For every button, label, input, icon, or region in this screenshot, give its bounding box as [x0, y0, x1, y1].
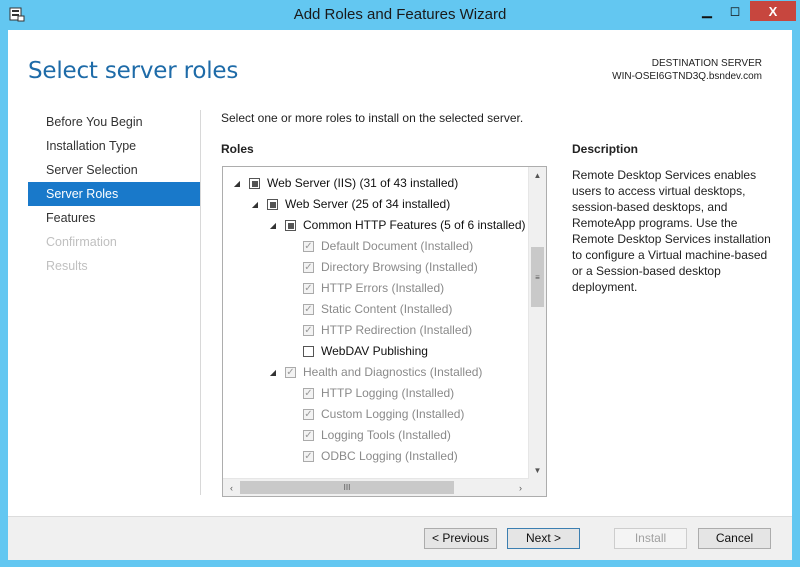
role-checkbox[interactable] [285, 367, 296, 378]
roles-heading: Roles [221, 142, 254, 156]
role-label: Default Document (Installed) [321, 239, 474, 253]
close-button[interactable]: X [750, 1, 796, 21]
horizontal-scrollbar[interactable]: ‹ III › [223, 478, 529, 496]
collapse-arrow-icon[interactable]: ◢ [267, 215, 279, 236]
destination-server: DESTINATION SERVER WIN-OSEI6GTND3Q.bsnde… [612, 57, 762, 83]
role-checkbox[interactable] [303, 409, 314, 420]
wizard-nav: Before You Begin Installation Type Server … [28, 110, 200, 278]
nav-item-installation-type[interactable]: Installation Type [28, 134, 200, 158]
page-title: Select server roles [28, 58, 239, 84]
tree-row[interactable]: ◢ Web Server (IIS) (31 of 43 installed) [231, 173, 458, 194]
role-checkbox[interactable] [303, 346, 314, 357]
role-label: Web Server (25 of 34 installed) [285, 197, 451, 211]
tree-row[interactable]: Static Content (Installed) [285, 299, 452, 320]
role-checkbox[interactable] [285, 220, 296, 231]
role-checkbox[interactable] [303, 262, 314, 273]
role-checkbox[interactable] [303, 241, 314, 252]
close-icon: X [768, 3, 778, 19]
role-label: Common HTTP Features (5 of 6 installed) [303, 218, 526, 232]
minimize-icon: ▁ [702, 3, 712, 18]
tree-row[interactable]: ◢ Health and Diagnostics (Installed) [267, 362, 483, 383]
role-label: HTTP Redirection (Installed) [321, 323, 473, 337]
wizard-client-area: Select server roles DESTINATION SERVER W… [8, 30, 792, 560]
nav-item-features[interactable]: Features [28, 206, 200, 230]
nav-item-server-selection[interactable]: Server Selection [28, 158, 200, 182]
tree-row[interactable]: Custom Logging (Installed) [285, 404, 464, 425]
role-checkbox[interactable] [303, 388, 314, 399]
role-label: Web Server (IIS) (31 of 43 installed) [267, 176, 459, 190]
install-button[interactable]: Install [614, 528, 687, 549]
roles-tree[interactable]: ◢ Web Server (IIS) (31 of 43 installed) ◢ W… [222, 166, 547, 497]
description-text: Remote Desktop Services enables users to… [572, 168, 771, 294]
horizontal-scroll-thumb[interactable]: III [240, 481, 454, 494]
role-label: ODBC Logging (Installed) [321, 449, 458, 463]
role-checkbox[interactable] [303, 451, 314, 462]
next-button[interactable]: Next > [507, 528, 580, 549]
nav-item-confirmation: Confirmation [46, 235, 117, 249]
nav-item-server-roles[interactable]: Server Roles [28, 182, 200, 206]
tree-row[interactable]: Directory Browsing (Installed) [285, 257, 478, 278]
tree-row[interactable]: Logging Tools (Installed) [285, 425, 451, 446]
maximize-icon: ◻ [729, 3, 741, 18]
role-label: WebDAV Publishing [321, 344, 428, 358]
scroll-down-icon[interactable]: ▼ [529, 462, 546, 479]
wizard-window: Add Roles and Features Wizard ▁ ◻ X Sele… [0, 0, 800, 567]
cancel-button[interactable]: Cancel [698, 528, 771, 549]
tree-row[interactable]: Default Document (Installed) [285, 236, 473, 257]
vertical-scrollbar[interactable]: ▲ ≡ ▼ [528, 167, 546, 479]
scrollbar-corner [529, 479, 546, 496]
role-checkbox[interactable] [303, 430, 314, 441]
role-label: Logging Tools (Installed) [321, 428, 451, 442]
description-heading: Description [572, 142, 639, 156]
role-label: Health and Diagnostics (Installed) [303, 365, 483, 379]
scroll-up-icon[interactable]: ▲ [529, 167, 546, 184]
role-label: Directory Browsing (Installed) [321, 260, 478, 274]
vertical-scroll-thumb[interactable]: ≡ [531, 247, 544, 307]
nav-divider [200, 110, 201, 495]
scroll-right-icon[interactable]: › [512, 479, 529, 496]
role-label: HTTP Errors (Installed) [321, 281, 445, 295]
maximize-button[interactable]: ◻ [722, 1, 748, 21]
role-checkbox[interactable] [267, 199, 278, 210]
tree-row[interactable]: HTTP Errors (Installed) [285, 278, 444, 299]
collapse-arrow-icon[interactable]: ◢ [231, 173, 243, 194]
role-checkbox[interactable] [249, 178, 260, 189]
destination-server-label: DESTINATION SERVER [651, 58, 762, 69]
collapse-arrow-icon[interactable]: ◢ [249, 194, 261, 215]
role-label: Custom Logging (Installed) [321, 407, 465, 421]
role-label: HTTP Logging (Installed) [321, 386, 455, 400]
tree-row[interactable]: HTTP Redirection (Installed) [285, 320, 472, 341]
role-checkbox[interactable] [303, 283, 314, 294]
tree-row[interactable]: ◢ Common HTTP Features (5 of 6 installed) [267, 215, 526, 236]
tree-row[interactable]: ODBC Logging (Installed) [285, 446, 458, 467]
nav-item-before-you-begin[interactable]: Before You Begin [28, 110, 200, 134]
collapse-arrow-icon[interactable]: ◢ [267, 362, 279, 383]
wizard-footer: < Previous Next > Install Cancel [8, 516, 792, 560]
destination-server-name: WIN-OSEI6GTND3Q.bsndev.com [612, 71, 762, 82]
instruction-text: Select one or more roles to install on t… [221, 111, 524, 125]
role-checkbox[interactable] [303, 325, 314, 336]
tree-row[interactable]: HTTP Logging (Installed) [285, 383, 454, 404]
tree-row[interactable]: ◢ Web Server (25 of 34 installed) [249, 194, 450, 215]
scroll-left-icon[interactable]: ‹ [223, 479, 240, 496]
window-title: Add Roles and Features Wizard [293, 6, 507, 23]
previous-button[interactable]: < Previous [424, 528, 497, 549]
title-bar[interactable]: Add Roles and Features Wizard ▁ ◻ X [0, 0, 800, 30]
nav-item-results: Results [46, 259, 88, 273]
tree-row[interactable]: WebDAV Publishing [285, 341, 428, 362]
role-checkbox[interactable] [303, 304, 314, 315]
minimize-button[interactable]: ▁ [694, 1, 720, 21]
role-label: Static Content (Installed) [321, 302, 453, 316]
